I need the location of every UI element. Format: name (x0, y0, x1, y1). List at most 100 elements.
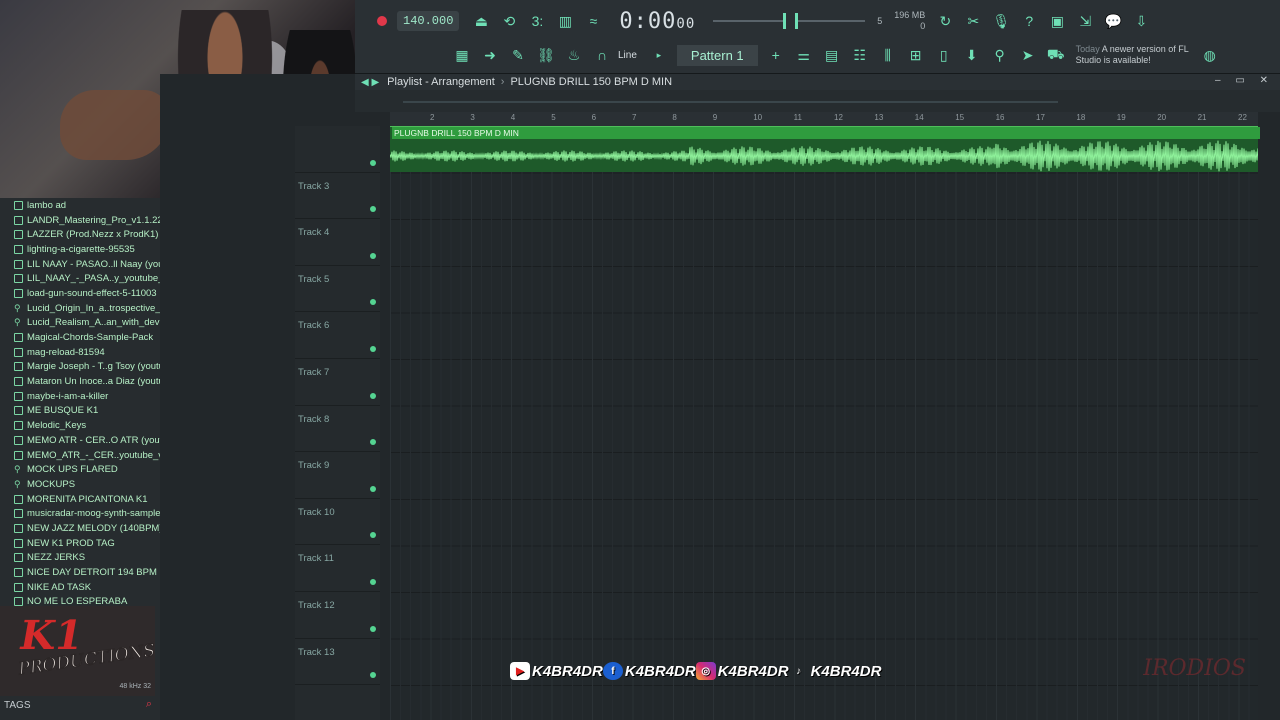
pin-icon[interactable]: ⚲ (989, 44, 1011, 66)
master-pitch-handle[interactable] (795, 13, 799, 29)
download-icon[interactable]: ⇩ (1130, 10, 1152, 32)
piano-roll-icon[interactable]: ☷ (849, 44, 871, 66)
browser-item[interactable]: lambo ad (0, 198, 160, 213)
browser-item[interactable]: maybe-i-am-a-killer (0, 389, 160, 404)
record-button[interactable] (377, 16, 387, 26)
track-led[interactable] (370, 485, 376, 492)
browser-item[interactable]: NEW K1 PROD TAG (0, 536, 160, 551)
playlist-titlebar[interactable]: ◀ ▶ Playlist - Arrangement › PLUGNB DRIL… (355, 74, 1280, 90)
browser-item[interactable]: MEMO ATR - CER..O ATR (youtube) (0, 433, 160, 448)
track-header[interactable]: Track 5 (295, 266, 380, 313)
tags-bar[interactable]: TAGS ⌕ (0, 696, 160, 714)
arrangement-grid[interactable] (390, 126, 1258, 720)
help-icon[interactable]: ? (1018, 10, 1040, 32)
track-header[interactable]: Track 12 (295, 592, 380, 639)
track-led[interactable] (370, 672, 376, 679)
tuner-icon[interactable]: ⬇ (961, 44, 983, 66)
browser-icon[interactable]: ⊞ (905, 44, 927, 66)
audio-clip[interactable]: PLUGNB DRILL 150 BPM D MIN (390, 126, 1260, 172)
channel-rack-icon[interactable]: ▤ (821, 44, 843, 66)
track-led[interactable] (370, 625, 376, 632)
browser-item[interactable]: ⚲ Lucid_Origin_In_a..trospective_li_0 (0, 301, 160, 316)
browser-item[interactable]: ⚲ MOCK UPS FLARED (0, 462, 160, 477)
browser-item[interactable]: Melodic_Keys (0, 418, 160, 433)
timeline-ruler[interactable]: 2 3 4 5 6 7 8 9 10 11 12 13 14 15 16 17 18 19 20 21 22 (390, 112, 1258, 126)
track-led[interactable] (370, 439, 376, 446)
plugin-icon[interactable]: ⫼ (877, 44, 899, 66)
browser-item[interactable]: ⚲ MOCKUPS (0, 477, 160, 492)
send-icon[interactable]: ➤ (1017, 44, 1039, 66)
master-volume-handle[interactable] (783, 13, 787, 29)
track-header[interactable]: Track 3 (295, 173, 380, 220)
browser-item[interactable]: lighting-a-cigarette-95535 (0, 242, 160, 257)
track-header[interactable]: Track 6 (295, 312, 380, 359)
master-volume-slider[interactable] (713, 13, 787, 29)
render-icon[interactable]: ⇲ (1074, 10, 1096, 32)
track-header[interactable]: Track 7 (295, 359, 380, 406)
browser-item[interactable]: LAZZER (Prod.Nezz x ProdK1) (0, 227, 160, 242)
browser-item[interactable]: LIL_NAAY_-_PASA..y_youtube_vocal (0, 271, 160, 286)
browser-item[interactable]: MORENITA PICANTONA K1 (0, 492, 160, 507)
song-time[interactable]: 0:0000 (619, 9, 695, 34)
stamp-icon[interactable]: ♨ (563, 44, 585, 66)
step-edit-icon[interactable]: ▥ (554, 10, 576, 32)
browser-item[interactable]: Mataron Un Inoce..a Diaz (youtube) (0, 374, 160, 389)
pattern-selector[interactable]: Pattern 1 (676, 44, 758, 66)
track-header[interactable] (295, 126, 380, 173)
browser-item[interactable]: Margie Joseph - T..g Tsoy (youtube) (0, 360, 160, 375)
track-header[interactable]: Track 13 (295, 639, 380, 686)
browser-item[interactable]: ⚲ Lucid_Realism_A..an_with_devil_1 (0, 316, 160, 331)
globe-icon[interactable]: ◍ (1199, 44, 1221, 66)
add-pattern-icon[interactable]: + (765, 44, 787, 66)
wait-input-icon[interactable]: ⟲ (498, 10, 520, 32)
mixer-icon[interactable]: ⚌ (793, 44, 815, 66)
undo-icon[interactable]: ↻ (934, 10, 956, 32)
metronome-icon[interactable]: ⏏ (470, 10, 492, 32)
track-led[interactable] (370, 392, 376, 399)
browser-item[interactable]: LIL NAAY - PASAO..ll Naay (youtube) (0, 257, 160, 272)
browser-item[interactable]: NEW JAZZ MELODY (140BPM) (0, 521, 160, 536)
news-panel[interactable]: Today A newer version of FL Studio is av… (1076, 44, 1196, 66)
track-led[interactable] (370, 578, 376, 585)
playlist-menu-icon[interactable]: ◀ ▶ (361, 77, 379, 88)
track-led[interactable] (370, 159, 376, 166)
browser-item[interactable]: musicradar-moog-synth-samples (0, 506, 160, 521)
tempo-display[interactable]: 140.000 (397, 11, 460, 31)
track-header[interactable]: Track 8 (295, 406, 380, 453)
browser-item[interactable]: MEMO_ATR_-_CER..youtube_vocal (0, 448, 160, 463)
snap-selector[interactable]: Line (618, 50, 637, 61)
loop-record-icon[interactable]: ≈ (582, 10, 604, 32)
track-header[interactable]: Track 4 (295, 219, 380, 266)
search-icon[interactable]: ⌕ (146, 698, 152, 711)
master-pitch-slider[interactable] (795, 13, 866, 29)
track-led[interactable] (370, 532, 376, 539)
mixer-link-icon[interactable]: ✂ (962, 10, 984, 32)
browser-item[interactable]: NIKE AD TASK (0, 580, 160, 595)
link-icon[interactable]: ⛓ (535, 44, 557, 66)
file-icon[interactable]: ▯ (933, 44, 955, 66)
browser-item[interactable]: Magical-Chords-Sample-Pack (0, 330, 160, 345)
track-header[interactable]: Track 10 (295, 499, 380, 546)
track-header[interactable]: Track 11 (295, 545, 380, 592)
countdown-icon[interactable]: 3: (526, 10, 548, 32)
magnet-icon[interactable]: ∩ (591, 44, 613, 66)
save-icon[interactable]: ▣ (1046, 10, 1068, 32)
chat-icon[interactable]: 💬 (1102, 10, 1124, 32)
track-led[interactable] (370, 299, 376, 306)
track-led[interactable] (370, 345, 376, 352)
browser-item[interactable]: mag-reload-81594 (0, 345, 160, 360)
browser-item[interactable]: NEZZ JERKS (0, 551, 160, 566)
track-led[interactable] (370, 252, 376, 259)
play-arrow-icon[interactable]: ➜ (479, 44, 501, 66)
browser-item[interactable]: ME BUSQUE K1 (0, 404, 160, 419)
microphone-icon[interactable]: 🎙 (990, 10, 1012, 32)
window-controls[interactable]: – ▭ ✕ (1215, 75, 1274, 86)
playlist-view-icon[interactable]: ▦ (451, 44, 473, 66)
pattern-prev-icon[interactable]: ▸ (648, 44, 670, 66)
cart-icon[interactable]: ⛟ (1045, 44, 1067, 66)
browser-item[interactable]: load-gun-sound-effect-5-11003 (0, 286, 160, 301)
browser-item[interactable]: NICE DAY DETROIT 194 BPM B MIN (0, 565, 160, 580)
track-led[interactable] (370, 206, 376, 213)
browser-item[interactable]: LANDR_Mastering_Pro_v1.1.22 (0, 213, 160, 228)
pencil-icon[interactable]: ✎ (507, 44, 529, 66)
